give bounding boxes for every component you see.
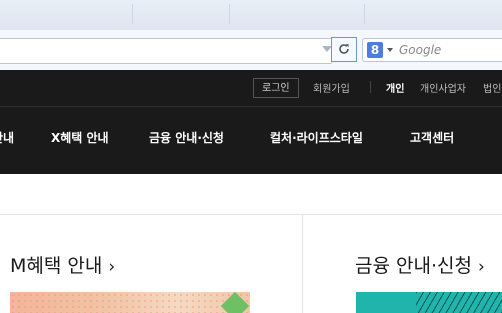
- utility-bar: 로그인 회원가입 개인 개인사업자 법인: [0, 70, 502, 106]
- reload-button[interactable]: [331, 37, 357, 62]
- nav-item-x-benefits[interactable]: X혜택 안내: [51, 129, 109, 146]
- m-benefits-thumbnail[interactable]: [10, 292, 250, 313]
- login-button[interactable]: 로그인: [253, 78, 299, 98]
- finance-title: 금융 안내·신청: [355, 255, 472, 277]
- search-placeholder: Google: [399, 43, 442, 57]
- search-bar[interactable]: 8 Google: [362, 38, 502, 62]
- navigation-toolbar: 8 Google: [0, 30, 502, 71]
- main-nav: 안내 X혜택 안내 금융 안내·신청 컬처·라이프스타일 고객센터: [0, 107, 502, 167]
- site-header: 로그인 회원가입 개인 개인사업자 법인 안내 X혜택 안내 금융 안내·신청 …: [0, 70, 502, 174]
- tab-strip: [0, 0, 502, 30]
- chevron-right-icon: ›: [478, 257, 485, 277]
- column-divider: [302, 215, 303, 313]
- tab-divider: [364, 4, 365, 24]
- finance-heading[interactable]: 금융 안내·신청 ›: [355, 251, 485, 278]
- reload-icon: [339, 44, 349, 54]
- tab-divider: [132, 4, 133, 24]
- finance-thumbnail[interactable]: [356, 292, 502, 313]
- dropdown-arrow-icon[interactable]: [387, 48, 393, 52]
- m-benefits-title: M혜택 안내: [10, 255, 103, 277]
- signup-link[interactable]: 회원가입: [313, 80, 350, 95]
- utility-divider: [370, 81, 371, 93]
- personal-link[interactable]: 개인: [386, 80, 404, 95]
- url-bar[interactable]: [0, 38, 333, 64]
- search-engine-icon[interactable]: 8: [367, 42, 383, 58]
- main-content: M혜택 안내 › 금융 안내·신청 ›: [0, 174, 502, 313]
- nav-item-customer-center[interactable]: 고객센터: [410, 129, 454, 146]
- nav-item-guide[interactable]: 안내: [0, 129, 14, 146]
- corporate-link[interactable]: 법인: [483, 80, 501, 95]
- content-divider: [0, 214, 502, 215]
- tab-divider: [229, 4, 230, 24]
- nav-item-culture-lifestyle[interactable]: 컬처·라이프스타일: [270, 129, 363, 146]
- chevron-right-icon: ›: [108, 257, 116, 277]
- m-benefits-heading[interactable]: M혜택 안내 ›: [10, 251, 115, 278]
- thumbnail-pattern: [10, 292, 250, 313]
- business-link[interactable]: 개인사업자: [420, 80, 466, 95]
- nav-item-finance[interactable]: 금융 안내·신청: [149, 129, 224, 146]
- thumbnail-illustration: [416, 292, 502, 313]
